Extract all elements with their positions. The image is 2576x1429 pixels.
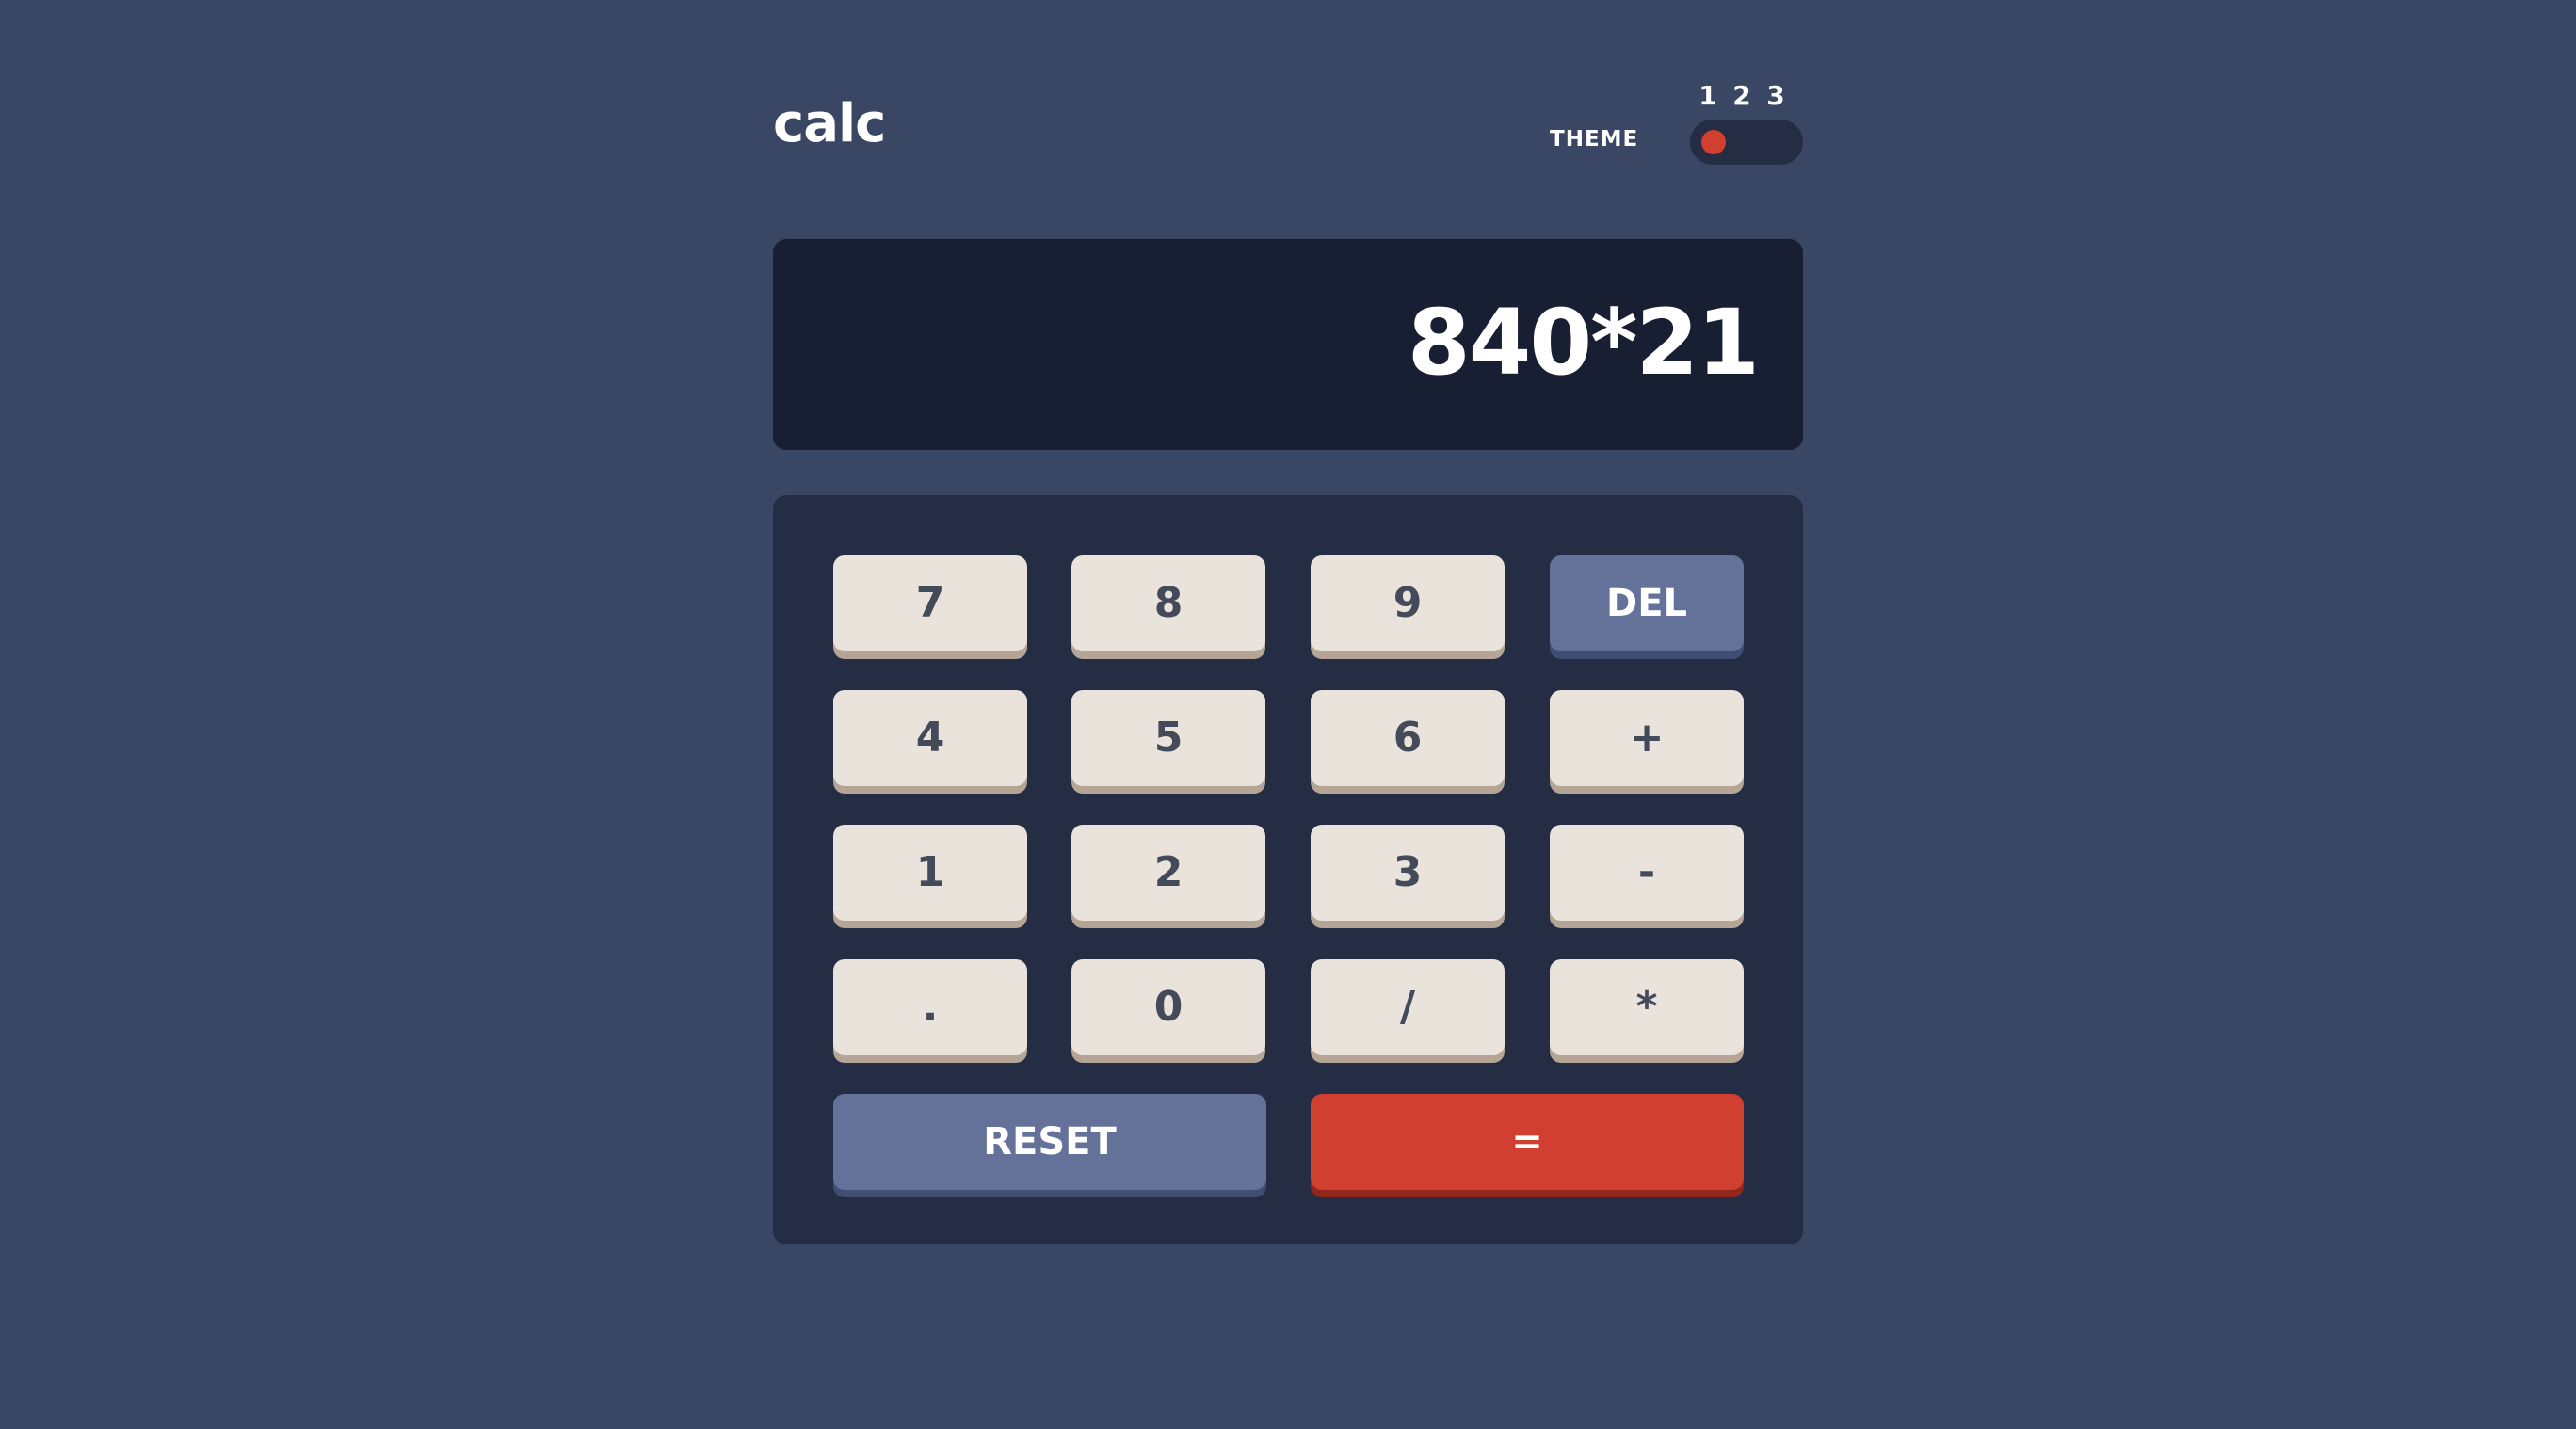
calculator-app: calc THEME 1 2 3 840*21 7 8 9 DEL 4 5 6 … — [773, 0, 1803, 1429]
del-button[interactable]: DEL — [1550, 555, 1744, 651]
theme-option-numbers: 1 2 3 — [1691, 81, 1803, 111]
subtract-key[interactable]: - — [1550, 825, 1744, 921]
calculator-display: 840*21 — [773, 239, 1803, 450]
key-8[interactable]: 8 — [1071, 555, 1265, 651]
theme-option-2[interactable]: 2 — [1725, 81, 1759, 111]
multiply-key[interactable]: * — [1550, 959, 1744, 1055]
key-1[interactable]: 1 — [833, 825, 1027, 921]
key-7[interactable]: 7 — [833, 555, 1027, 651]
keypad: 7 8 9 DEL 4 5 6 + 1 2 3 - . 0 / * RESET … — [773, 495, 1803, 1244]
divide-key[interactable]: / — [1311, 959, 1505, 1055]
add-key[interactable]: + — [1550, 690, 1744, 786]
calculator-header: calc THEME 1 2 3 — [773, 0, 1803, 217]
key-0[interactable]: 0 — [1071, 959, 1265, 1055]
key-6[interactable]: 6 — [1311, 690, 1505, 786]
app-logo: calc — [773, 93, 886, 154]
theme-label: THEME — [1550, 127, 1639, 152]
equals-button[interactable]: = — [1311, 1094, 1744, 1190]
display-value: 840*21 — [1407, 290, 1760, 395]
theme-option-3[interactable]: 3 — [1759, 81, 1793, 111]
key-3[interactable]: 3 — [1311, 825, 1505, 921]
decimal-key[interactable]: . — [833, 959, 1027, 1055]
key-2[interactable]: 2 — [1071, 825, 1265, 921]
key-9[interactable]: 9 — [1311, 555, 1505, 651]
key-5[interactable]: 5 — [1071, 690, 1265, 786]
reset-button[interactable]: RESET — [833, 1094, 1266, 1190]
key-4[interactable]: 4 — [833, 690, 1027, 786]
theme-toggle[interactable] — [1690, 120, 1803, 165]
theme-toggle-knob[interactable] — [1701, 130, 1726, 154]
theme-option-1[interactable]: 1 — [1691, 81, 1725, 111]
